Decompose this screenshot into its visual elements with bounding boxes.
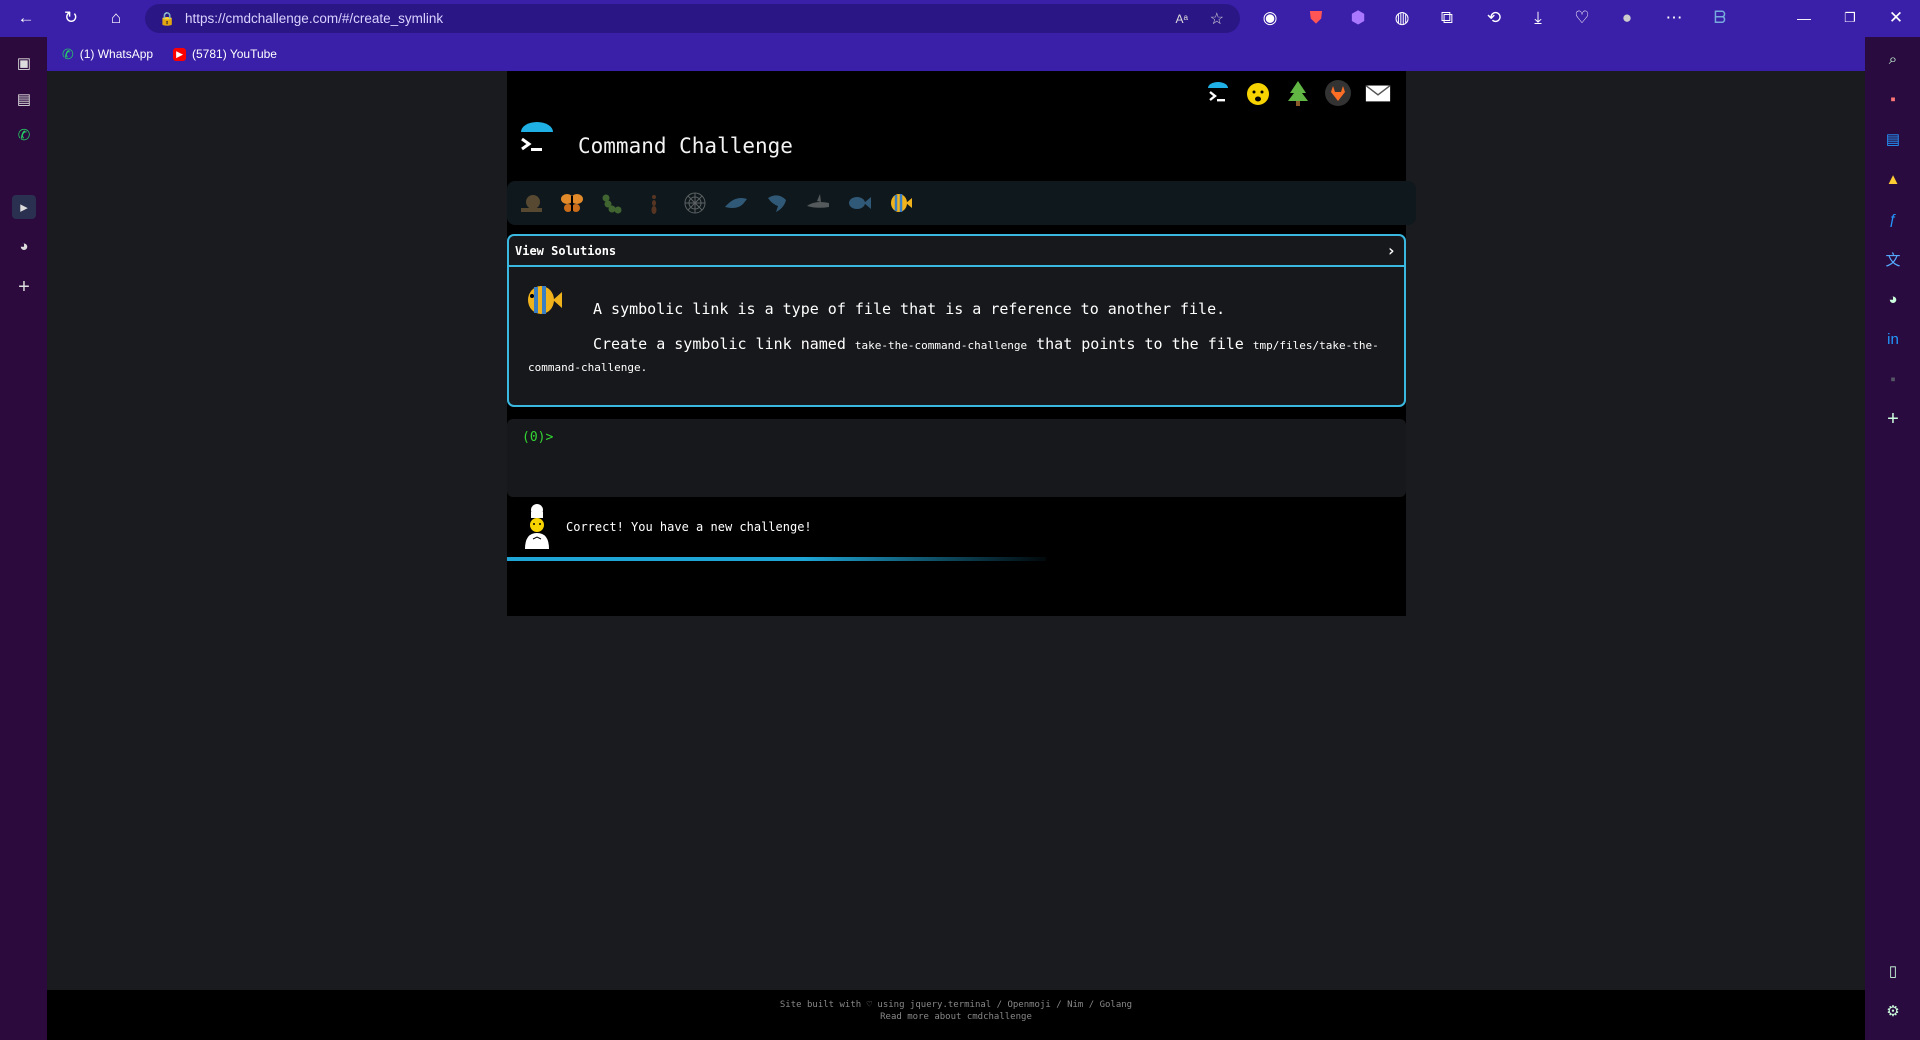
extension-glasses-icon[interactable]: ◍ — [1390, 6, 1414, 30]
task-text: Create a symbolic link named — [593, 335, 846, 353]
shark-icon[interactable] — [722, 189, 750, 217]
url-text: https://cmdchallenge.com/#/create_symlin… — [185, 11, 444, 26]
back-icon[interactable]: ← — [14, 6, 38, 30]
bing-chat-icon[interactable]: ᗷ — [1708, 6, 1732, 30]
whatsapp-icon[interactable]: ✆ — [12, 123, 36, 147]
whatsapp-icon: ✆ — [62, 45, 74, 62]
exploding-head-icon[interactable] — [1244, 79, 1272, 107]
bookmark-label: (1) WhatsApp — [79, 47, 154, 61]
footer-about-link[interactable]: Read more about cmdchallenge — [47, 1012, 1865, 1022]
performance-icon[interactable]: ♡ — [1570, 6, 1594, 30]
ublock-icon[interactable]: ⛊ — [1304, 6, 1328, 30]
challenge-box: View Solutions › A symbolic link is a ty… — [507, 234, 1406, 407]
chef-icon — [521, 503, 553, 551]
cmdchallenge-tab-icon[interactable]: ▸ — [12, 195, 36, 219]
sidebar-toggle-icon[interactable]: ▯ — [1881, 959, 1905, 983]
extensions-puzzle-icon[interactable]: ⧉ — [1435, 6, 1459, 30]
page-title: Command Challenge — [578, 134, 793, 158]
youtube-icon: ▶ — [173, 47, 187, 61]
site-logo — [517, 119, 557, 159]
site-footer: Site built with ♡ using jquery.terminal … — [47, 990, 1865, 1040]
bookmark-label: (5781) YouTube — [192, 47, 277, 61]
browser-toolbar: ← ↻ ⌂ 🔒 https://cmdchallenge.com/#/creat… — [0, 0, 1920, 37]
bookmark-youtube[interactable]: ▶ (5781) YouTube — [173, 47, 277, 61]
terminal-icon[interactable] — [1204, 79, 1232, 107]
outlook-icon[interactable]: ▤ — [1881, 127, 1905, 151]
ant-icon[interactable] — [640, 189, 668, 217]
home-icon[interactable]: ⌂ — [104, 6, 128, 30]
view-solutions-label: View Solutions — [515, 243, 617, 258]
refresh-icon[interactable]: ↻ — [59, 6, 83, 30]
chevron-right-icon: › — [1386, 241, 1396, 260]
extra-app-icon[interactable]: ▪ — [1881, 367, 1905, 391]
browser-right-sidebar: ⌕ ▪ ▤ ▲ ƒ 文 ◕ in ▪ + ▯ ⚙ — [1865, 37, 1920, 1040]
google-drive-icon[interactable]: ▲ — [1881, 167, 1905, 191]
tropical-fish-icon[interactable] — [886, 189, 914, 217]
restore-icon[interactable]: ❐ — [1838, 6, 1862, 30]
github-icon[interactable]: ◕ — [12, 234, 36, 258]
view-solutions-toggle[interactable]: View Solutions › — [509, 236, 1404, 267]
terminal[interactable]: (0)> — [507, 419, 1406, 497]
caterpillar-icon[interactable] — [599, 189, 627, 217]
terminal-prompt: (0)> — [522, 430, 554, 445]
gitlab-icon[interactable] — [1324, 79, 1352, 107]
downloads-icon[interactable]: ⤓ — [1526, 6, 1550, 30]
extension-shield-icon[interactable]: ◉ — [1258, 6, 1282, 30]
mail-icon[interactable] — [1364, 79, 1392, 107]
github-icon[interactable]: ◕ — [1881, 287, 1905, 311]
search-icon[interactable]: ⌕ — [1881, 47, 1905, 71]
linkedin-icon[interactable]: in — [1881, 327, 1905, 351]
tropical-fish-icon — [523, 280, 563, 320]
add-icon[interactable]: + — [1881, 407, 1905, 431]
shark-2-icon[interactable] — [804, 189, 832, 217]
favorite-star-icon[interactable]: ☆ — [1210, 9, 1224, 29]
challenge-description: A symbolic link is a type of file that i… — [593, 300, 1226, 318]
footer-credits: Site built with ♡ using jquery.terminal … — [779, 1000, 1133, 1010]
history-icon[interactable]: ⟲ — [1482, 6, 1506, 30]
minimize-icon[interactable]: — — [1792, 6, 1816, 30]
task-text: that points to the file — [1036, 335, 1244, 353]
challenge-panel: Command Challenge View Solutions › A sym… — [507, 71, 1416, 616]
read-aloud-icon[interactable]: Aᵃ — [1176, 12, 1188, 26]
status-text: Correct! You have a new challenge! — [566, 520, 812, 534]
more-menu-icon[interactable]: ⋯ — [1662, 6, 1686, 30]
profile-avatar-icon[interactable]: ● — [1615, 6, 1639, 30]
close-icon[interactable]: ✕ — [1884, 6, 1908, 30]
tree-icon[interactable] — [1284, 79, 1312, 107]
bookmark-whatsapp[interactable]: ✆ (1) WhatsApp — [62, 46, 153, 63]
fish-icon[interactable] — [845, 189, 873, 217]
browser-left-sidebar: ▣ ▤ ✆ ▸ ◕ + — [0, 37, 47, 1040]
facebook-icon[interactable]: ƒ — [1881, 207, 1905, 231]
dolphin-icon[interactable] — [763, 189, 791, 217]
progress-bar — [507, 557, 1047, 561]
challenge-task: Create a symbolic link named take-the-co… — [528, 334, 1388, 378]
snail-icon[interactable] — [517, 189, 545, 217]
task-link-name: take-the-command-challenge — [854, 339, 1028, 352]
butterfly-icon[interactable] — [558, 189, 586, 217]
bookmarks-bar: ✆ (1) WhatsApp ▶ (5781) YouTube — [47, 37, 1882, 71]
status-message: Correct! You have a new challenge! — [507, 497, 1406, 561]
spider-web-icon[interactable] — [681, 189, 709, 217]
lock-icon: 🔒 — [159, 10, 176, 26]
add-icon[interactable]: + — [12, 275, 36, 299]
header-icons — [1204, 79, 1392, 107]
task-text: . — [640, 361, 648, 374]
address-bar[interactable]: 🔒 https://cmdchallenge.com/#/create_syml… — [145, 4, 1240, 33]
settings-gear-icon[interactable]: ⚙ — [1881, 999, 1905, 1023]
tabs-icon[interactable]: ▣ — [12, 51, 36, 75]
challenge-levels-bar — [507, 181, 1416, 225]
tools-icon[interactable]: ▪ — [1881, 87, 1905, 111]
tab-app-icon[interactable]: ▤ — [12, 87, 36, 111]
extension-cube-icon[interactable]: ⬢ — [1346, 6, 1370, 30]
translate-icon[interactable]: 文 — [1881, 247, 1905, 271]
